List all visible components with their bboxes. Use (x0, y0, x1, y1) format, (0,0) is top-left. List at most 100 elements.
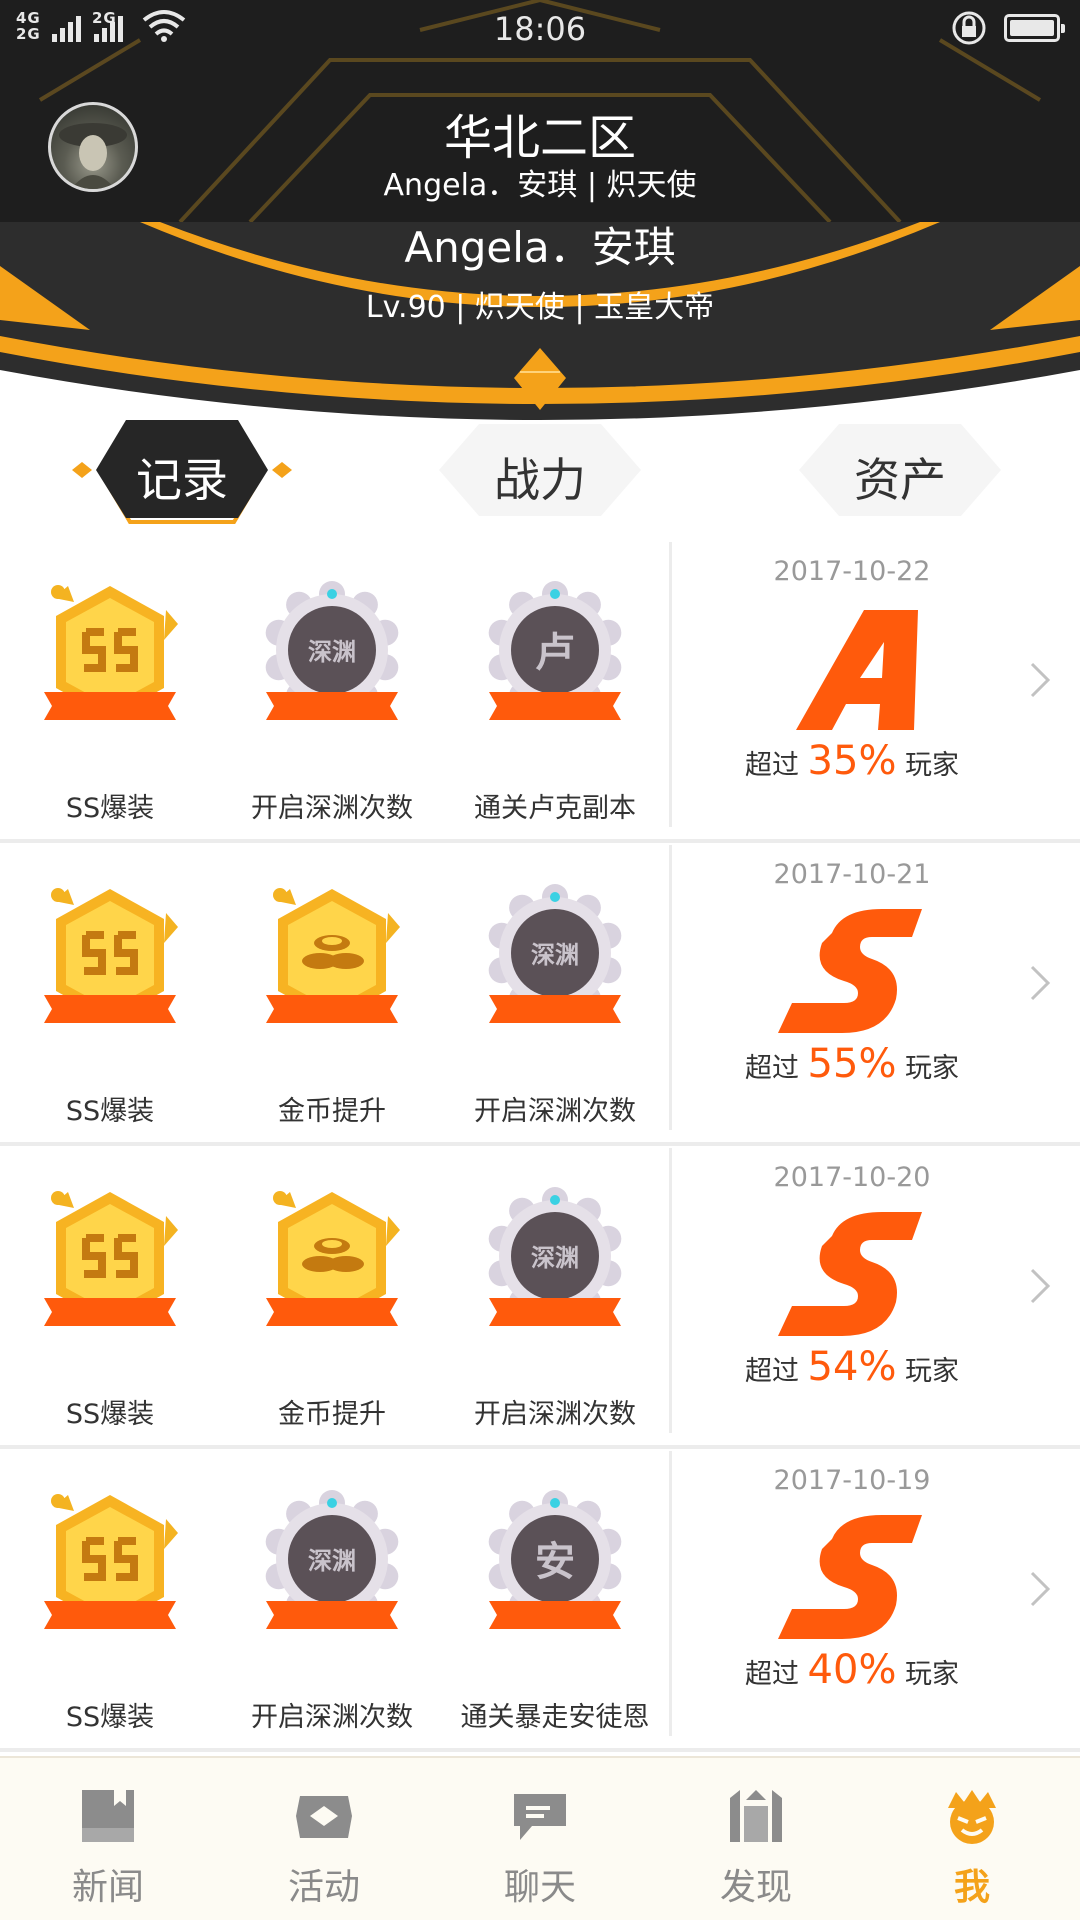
record-badge: 深渊 43 开启深渊次数 (232, 580, 432, 824)
ss-badge-icon (44, 888, 178, 1023)
badge-count: 3 (546, 1643, 564, 1671)
record-date: 2017-10-19 (773, 1465, 931, 1496)
abyss-badge-icon: 深渊 (488, 884, 622, 1023)
badge-count: 3 (101, 1340, 119, 1368)
badge-count: 8 (101, 1643, 119, 1671)
chevron-right-icon[interactable] (1028, 1569, 1052, 1609)
badge-count: 31 (538, 1340, 572, 1368)
chevron-right-icon[interactable] (1028, 1266, 1052, 1306)
rank-summary: 超过 40% 玩家 (672, 1647, 1032, 1693)
grade-a-icon (786, 600, 926, 744)
grade-s-icon (772, 1206, 932, 1350)
rank-prefix: 超过 (744, 750, 799, 781)
discover-icon (730, 1790, 782, 1842)
svg-text:安: 安 (535, 1539, 575, 1585)
record-badge: 安 3 通关暴走安徒恩 (455, 1489, 655, 1733)
badge-label: 金币提升 (278, 1096, 386, 1127)
svg-text:卢: 卢 (535, 630, 575, 676)
character-name: Angela．安琪 (404, 223, 676, 272)
svg-text:深渊: 深渊 (531, 941, 579, 969)
dungeon-lu-badge-icon: 卢 (488, 581, 622, 720)
badge-label: SS爆装 (65, 1399, 155, 1430)
tab-power-label: 战力 (494, 453, 586, 507)
badge-count: 43 (315, 734, 349, 762)
badge-count: 2千万+ (289, 1346, 375, 1374)
character-subtitle: Angela．安琪 | 炽天使 (383, 168, 697, 203)
profile-header: 4G 2G 2G 18:06 华北二区 Angela．安琪 | 炽天使 Ange… (0, 0, 1080, 420)
record-row[interactable]: 5 SS爆装 深渊 43 开启深渊次数 卢 6 通关卢克副本 2017-10-22 超过 … (0, 540, 1080, 843)
record-badge: 8 SS爆装 (10, 1489, 210, 1733)
coins-badge-icon (266, 888, 400, 1023)
badge-label: SS爆装 (65, 1096, 155, 1127)
rank-prefix: 超过 (744, 1053, 799, 1084)
server-name: 华北二区 (443, 110, 636, 166)
chat-icon (514, 1794, 566, 1840)
record-badge: 深渊 39 开启深渊次数 (232, 1489, 432, 1733)
nav-news[interactable]: 新闻 (0, 1758, 216, 1920)
badge-label: 开启深渊次数 (251, 793, 413, 824)
nav-activity[interactable]: 活动 (216, 1758, 432, 1920)
rank-percent: 35% (807, 738, 897, 784)
record-row[interactable]: 4 SS爆装 2百万+ 金币提升 深渊 24 开启深渊次数 2017-10-21 超过 5… (0, 843, 1080, 1146)
record-row[interactable]: 3 SS爆装 2千万+ 金币提升 深渊 31 开启深渊次数 2017-10-20 超过 5… (0, 1146, 1080, 1449)
rank-prefix: 超过 (744, 1659, 799, 1690)
badge-label: 金币提升 (278, 1399, 386, 1430)
rank-suffix: 玩家 (905, 1356, 960, 1387)
dungeon-an-badge-icon: 安 (488, 1490, 622, 1629)
svg-text:深渊: 深渊 (308, 1547, 356, 1575)
record-badge: 深渊 31 开启深渊次数 (455, 1186, 655, 1430)
chevron-right-icon[interactable] (1028, 963, 1052, 1003)
nav-chat[interactable]: 聊天 (432, 1758, 648, 1920)
record-badge: 4 SS爆装 (10, 883, 210, 1127)
record-badge: 3 SS爆装 (10, 1186, 210, 1430)
nav-chat-label: 聊天 (503, 1867, 576, 1908)
tab-bar: 记录 战力 资产 (0, 420, 1080, 540)
status-time: 18:06 (493, 10, 587, 48)
grade-s-icon (772, 1509, 932, 1653)
rank-summary: 超过 54% 玩家 (672, 1344, 1032, 1390)
nav-activity-label: 活动 (287, 1867, 360, 1908)
chevron-right-icon[interactable] (1028, 660, 1052, 700)
record-badge: 卢 6 通关卢克副本 (455, 580, 655, 824)
rank-prefix: 超过 (744, 1356, 799, 1387)
badge-label: SS爆装 (65, 1702, 155, 1733)
abyss-badge-icon: 深渊 (488, 1187, 622, 1326)
record-date: 2017-10-20 (773, 1162, 931, 1193)
record-date: 2017-10-21 (773, 859, 931, 890)
badge-label: 通关卢克副本 (474, 793, 636, 824)
nav-discover[interactable]: 发现 (648, 1758, 864, 1920)
ss-badge-icon (44, 585, 178, 720)
battery-icon (1004, 14, 1065, 42)
rank-suffix: 玩家 (905, 750, 960, 781)
nav-news-label: 新闻 (71, 1867, 144, 1908)
badge-count: 39 (315, 1643, 349, 1671)
rank-suffix: 玩家 (905, 1659, 960, 1690)
record-list: 5 SS爆装 深渊 43 开启深渊次数 卢 6 通关卢克副本 2017-10-22 超过 … (0, 540, 1080, 1752)
tab-assets-label: 资产 (854, 453, 946, 507)
abyss-badge-icon: 深渊 (265, 581, 399, 720)
rank-suffix: 玩家 (905, 1053, 960, 1084)
nav-me[interactable]: 我 (864, 1758, 1080, 1920)
record-badge: 2千万+ 金币提升 (232, 1186, 432, 1430)
badge-label: 开启深渊次数 (474, 1096, 636, 1127)
record-badge: 2百万+ 金币提升 (232, 883, 432, 1127)
rank-percent: 40% (807, 1647, 897, 1693)
rank-summary: 超过 35% 玩家 (672, 738, 1032, 784)
status-bar: 4G 2G 2G 18:06 (0, 0, 1080, 56)
badge-count: 24 (538, 1037, 572, 1065)
svg-text:深渊: 深渊 (531, 1244, 579, 1272)
rank-summary: 超过 55% 玩家 (672, 1041, 1032, 1087)
record-row[interactable]: 8 SS爆装 深渊 39 开启深渊次数 安 3 通关暴走安徒恩 2017-10-19 超过… (0, 1449, 1080, 1752)
svg-text:深渊: 深渊 (308, 638, 356, 666)
news-icon (82, 1790, 134, 1842)
badge-label: 开启深渊次数 (474, 1399, 636, 1430)
bottom-navigation: 新闻 活动 聊天 发现 我 (0, 1756, 1080, 1920)
tab-assets[interactable]: 资产 (795, 420, 1005, 530)
ss-badge-icon (44, 1494, 178, 1629)
nav-discover-label: 发现 (719, 1867, 792, 1908)
badge-count: 5 (101, 734, 119, 762)
badge-count: 2百万+ (289, 1043, 375, 1071)
tab-power[interactable]: 战力 (435, 420, 645, 530)
record-badge: 深渊 24 开启深渊次数 (455, 883, 655, 1127)
tab-records[interactable]: 记录 (72, 420, 292, 530)
